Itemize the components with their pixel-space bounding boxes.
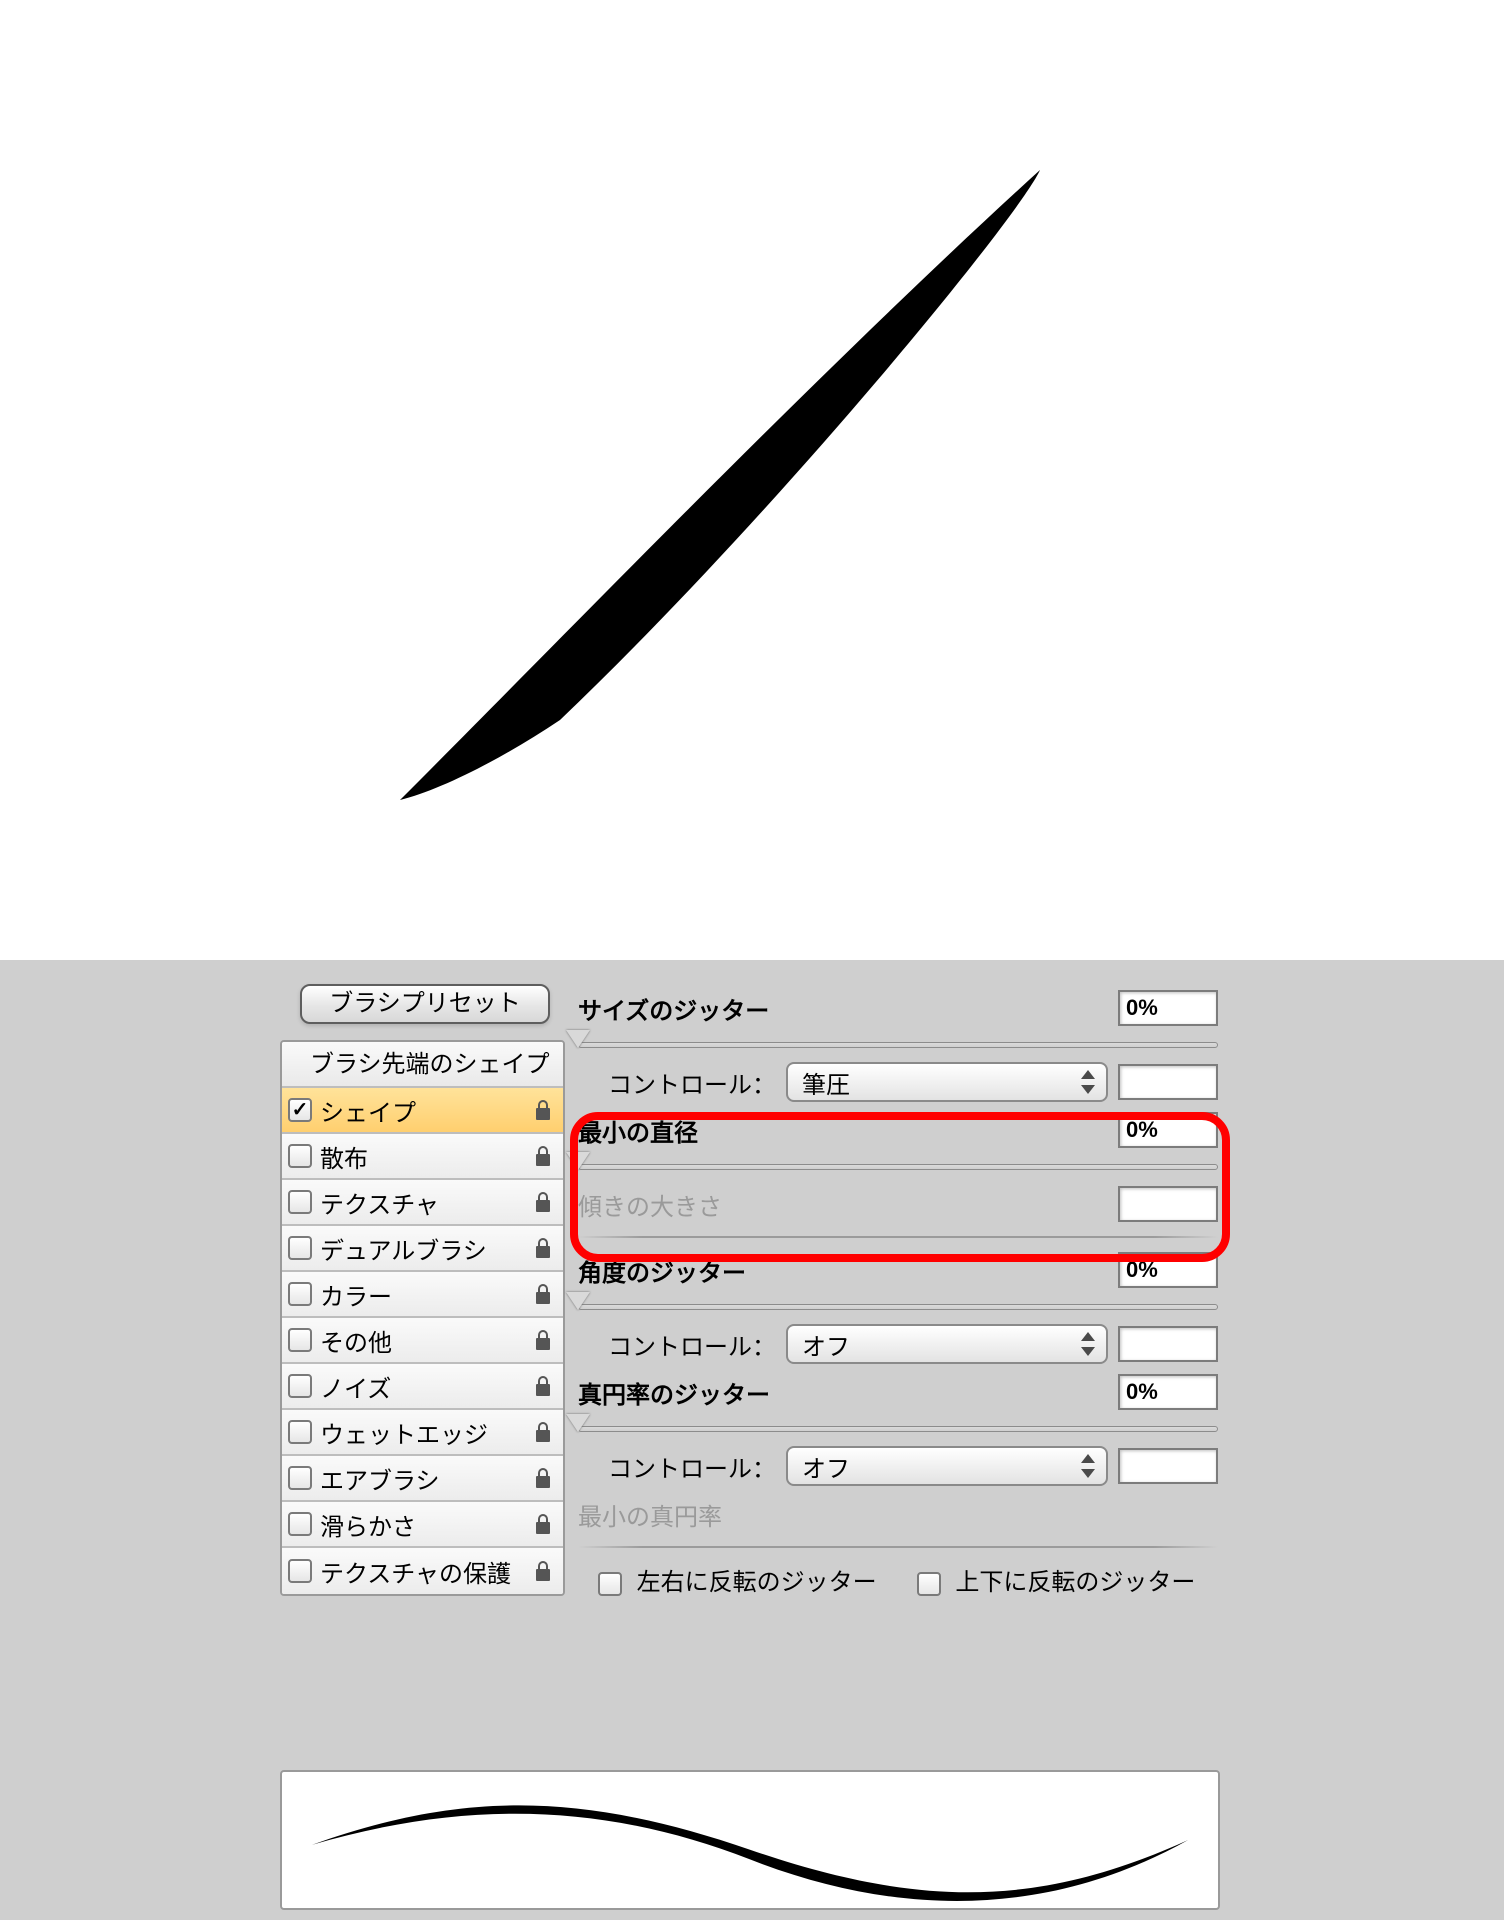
sidebar-item-protect-texture[interactable]: テクスチャの保護 (282, 1548, 563, 1594)
lock-icon[interactable] (529, 1326, 557, 1354)
sidebar-item-label: デュアルブラシ (320, 1231, 563, 1266)
checkbox-label: 左右に反転のジッター (637, 1569, 877, 1596)
sidebar-item-label: 散布 (320, 1139, 563, 1174)
param-label: 真円率のジッター (578, 1375, 770, 1410)
min-roundness-title: 最小の真円率 (578, 1496, 1218, 1532)
param-label: 最小の真円率 (578, 1497, 722, 1532)
dropdown-value: 筆圧 (802, 1065, 850, 1100)
flip-y-checkbox[interactable]: 上下に反転のジッター (917, 1562, 1196, 1597)
checkbox-icon[interactable] (288, 1512, 312, 1536)
tilt-scale-value[interactable] (1118, 1186, 1218, 1222)
min-diameter-value[interactable]: 0% (1118, 1112, 1218, 1148)
checkbox-label: 上下に反転のジッター (955, 1569, 1195, 1596)
roundness-jitter-control-aux[interactable] (1118, 1448, 1218, 1484)
checkbox-icon[interactable] (288, 1328, 312, 1352)
sidebar-item-shape[interactable]: シェイプ (282, 1088, 563, 1134)
sidebar-item-noise[interactable]: ノイズ (282, 1364, 563, 1410)
lock-icon[interactable] (529, 1280, 557, 1308)
param-label: 最小の直径 (578, 1113, 698, 1148)
sidebar-item-wet-edge[interactable]: ウェットエッジ (282, 1410, 563, 1456)
sidebar-item-label: エアブラシ (320, 1461, 563, 1496)
control-label: コントロール： (608, 1065, 776, 1100)
angle-jitter-control-aux[interactable] (1118, 1326, 1218, 1362)
checkbox-icon[interactable] (288, 1144, 312, 1168)
sidebar-item-dual-brush[interactable]: デュアルブラシ (282, 1226, 563, 1272)
stroke-canvas (0, 0, 1504, 960)
brush-preset-button[interactable]: ブラシプリセット (300, 984, 550, 1024)
checkbox-icon[interactable] (288, 1420, 312, 1444)
chevron-updown-icon (1078, 1452, 1098, 1480)
param-label: 角度のジッター (578, 1253, 746, 1288)
sidebar-item-airbrush[interactable]: エアブラシ (282, 1456, 563, 1502)
angle-jitter-title: 角度のジッター 0% (578, 1252, 1218, 1288)
sidebar-item-other[interactable]: その他 (282, 1318, 563, 1364)
checkbox-icon[interactable] (288, 1466, 312, 1490)
sidebar-item-label: ウェットエッジ (320, 1415, 563, 1450)
param-label: サイズのジッター (578, 991, 769, 1026)
chevron-updown-icon (1078, 1068, 1098, 1096)
dropdown-value: オフ (802, 1449, 850, 1484)
roundness-jitter-control-dropdown[interactable]: オフ (786, 1446, 1108, 1486)
sidebar-item-smoothing[interactable]: 滑らかさ (282, 1502, 563, 1548)
angle-jitter-slider[interactable] (578, 1292, 1218, 1316)
roundness-jitter-slider[interactable] (578, 1414, 1218, 1438)
sidebar-item-texture[interactable]: テクスチャ (282, 1180, 563, 1226)
control-label: コントロール： (608, 1449, 776, 1484)
sidebar-item-label: カラー (320, 1277, 563, 1312)
control-label: コントロール： (608, 1327, 776, 1362)
angle-jitter-value[interactable]: 0% (1118, 1252, 1218, 1288)
sidebar-item-label: 滑らかさ (320, 1507, 563, 1542)
lock-icon[interactable] (529, 1234, 557, 1262)
min-diameter-slider[interactable] (578, 1152, 1218, 1176)
size-jitter-value[interactable]: 0% (1118, 990, 1218, 1026)
divider (578, 1546, 1218, 1548)
sidebar-item-label: ノイズ (320, 1369, 563, 1404)
lock-icon[interactable] (529, 1557, 557, 1585)
sidebar-item-label: その他 (320, 1323, 563, 1358)
tilt-scale-title: 傾きの大きさ (578, 1186, 1218, 1222)
sidebar-item-label: テクスチャの保護 (320, 1554, 563, 1589)
roundness-jitter-value[interactable]: 0% (1118, 1374, 1218, 1410)
min-diameter-title: 最小の直径 0% (578, 1112, 1218, 1148)
sidebar-item-label: シェイプ (320, 1093, 563, 1128)
sidebar-item-label: テクスチャ (320, 1185, 563, 1220)
brush-options-sidebar: ブラシ先端のシェイプ シェイプ 散布 テクスチャ デュアルブラシ カラー (280, 1040, 565, 1596)
sidebar-item-color[interactable]: カラー (282, 1272, 563, 1318)
sidebar-header: ブラシ先端のシェイプ (282, 1042, 563, 1088)
param-label: 傾きの大きさ (578, 1187, 722, 1222)
lock-icon[interactable] (529, 1418, 557, 1446)
checkbox-icon[interactable] (288, 1559, 312, 1583)
lock-icon[interactable] (529, 1096, 557, 1124)
dropdown-value: オフ (802, 1327, 850, 1362)
divider (578, 1236, 1218, 1238)
flip-jitter-row: 左右に反転のジッター 上下に反転のジッター (598, 1562, 1218, 1597)
size-jitter-control-dropdown[interactable]: 筆圧 (786, 1062, 1108, 1102)
chevron-updown-icon (1078, 1330, 1098, 1358)
checkbox-icon[interactable] (288, 1190, 312, 1214)
angle-jitter-control-dropdown[interactable]: オフ (786, 1324, 1108, 1364)
size-jitter-title: サイズのジッター 0% (578, 990, 1218, 1026)
lock-icon[interactable] (529, 1188, 557, 1216)
checkbox-icon[interactable] (288, 1098, 312, 1122)
lock-icon[interactable] (529, 1372, 557, 1400)
size-jitter-slider[interactable] (578, 1030, 1218, 1054)
checkbox-icon[interactable] (288, 1236, 312, 1260)
sidebar-item-scatter[interactable]: 散布 (282, 1134, 563, 1180)
roundness-jitter-title: 真円率のジッター 0% (578, 1374, 1218, 1410)
checkbox-icon (598, 1572, 622, 1596)
checkbox-icon (917, 1572, 941, 1596)
size-jitter-control-aux[interactable] (1118, 1064, 1218, 1100)
lock-icon[interactable] (529, 1510, 557, 1538)
checkbox-icon[interactable] (288, 1282, 312, 1306)
shape-dynamics-params: サイズのジッター 0% コントロール： 筆圧 最小の直径 0% (578, 980, 1218, 1597)
checkbox-icon[interactable] (288, 1374, 312, 1398)
lock-icon[interactable] (529, 1464, 557, 1492)
brush-settings-panel: ブラシプリセット ブラシ先端のシェイプ シェイプ 散布 テクスチャ デュアルブラ… (0, 960, 1504, 1920)
brush-preview (280, 1770, 1220, 1910)
lock-icon[interactable] (529, 1142, 557, 1170)
flip-x-checkbox[interactable]: 左右に反転のジッター (598, 1562, 877, 1597)
